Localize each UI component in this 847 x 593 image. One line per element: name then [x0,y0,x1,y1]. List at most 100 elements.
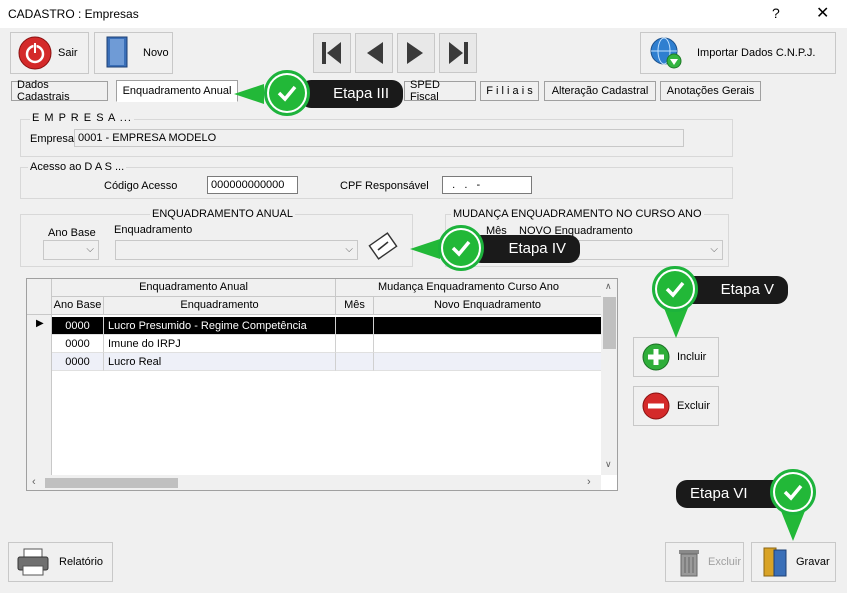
sair-button[interactable]: Sair [10,32,89,74]
horizontal-scroll-thumb[interactable] [45,478,178,488]
callout-pointer-vi [781,511,805,541]
grid-col-novo-enquadramento[interactable]: Novo Enquadramento [374,297,602,315]
edit-pencil-icon[interactable] [366,228,402,264]
minus-icon [642,392,670,420]
grid-col-mes[interactable]: Mês [336,297,374,315]
importar-cnpj-button[interactable]: Importar Dados C.N.P.J. [640,32,836,74]
check-icon [652,266,698,312]
cell-mes[interactable] [336,353,374,371]
grid-corner [27,279,52,315]
incluir-label: Incluir [677,351,707,363]
gravar-button[interactable]: Gravar [751,542,836,582]
title-bar: CADASTRO : Empresas ? ✕ [0,0,847,28]
das-legend: Acesso ao D A S ... [28,161,127,173]
relatorio-label: Relatório [59,556,104,568]
cell-enquadramento[interactable]: Lucro Presumido - Regime Competência [104,317,336,335]
cell-mes[interactable] [336,317,374,335]
cell-mes[interactable] [336,335,374,353]
help-button[interactable]: ? [772,5,780,21]
scroll-left-icon[interactable]: ‹ [32,476,36,488]
cell-novo-enquadramento[interactable] [374,317,602,335]
last-icon [449,42,468,64]
scroll-up-icon[interactable]: ∧ [605,281,612,292]
first-record-button[interactable] [313,33,351,73]
previous-icon [367,42,383,64]
tab-filiais[interactable]: F i l i a i s [480,81,539,101]
row-indicator-column: ▶ [27,315,52,475]
enquadramento-label: Enquadramento [114,224,193,236]
vertical-scrollbar[interactable]: ∧ ∨ [601,279,617,475]
ano-base-select[interactable]: ⌵ [43,240,99,260]
empresa-field: 0001 - EMPRESA MODELO [74,129,684,147]
vertical-scroll-thumb[interactable] [603,297,616,349]
current-row-icon: ▶ [36,318,44,329]
empresa-legend: E M P R E S A ... [30,112,134,124]
window-title: CADASTRO : Empresas [8,7,139,21]
scroll-down-icon[interactable]: ∨ [605,459,612,470]
horizontal-scrollbar[interactable]: ‹ › [27,475,601,490]
last-record-button[interactable] [439,33,477,73]
sair-label: Sair [58,47,78,59]
callout-etapa-iii: Etapa III [300,80,403,108]
printer-icon [17,548,49,576]
ano-base-label: Ano Base [48,227,96,239]
grid-group-header-mudanca: Mudança Enquadramento Curso Ano [336,279,602,297]
callout-etapa-iv-text: Etapa IV [508,240,566,257]
grid-col-ano-base[interactable]: Ano Base [52,297,104,315]
cell-enquadramento[interactable]: Imune do IRPJ [104,335,336,353]
plus-icon [642,343,670,371]
check-icon [264,70,310,116]
codigo-acesso-input[interactable]: 000000000000 [207,176,298,194]
enquadramento-select[interactable]: ⌵ [115,240,358,260]
callout-pointer-iv [410,239,440,259]
cell-ano-base[interactable]: 0000 [52,353,104,371]
cell-novo-enquadramento[interactable] [374,335,602,353]
close-button[interactable]: ✕ [816,3,829,23]
tab-dados-cadastrais[interactable]: Dados Cadastrais [11,79,108,103]
save-binder-icon [763,547,787,577]
power-icon [18,36,52,70]
callout-etapa-v-text: Etapa V [720,281,774,298]
importar-label: Importar Dados C.N.P.J. [697,47,816,59]
first-icon [322,42,341,64]
gravar-label: Gravar [796,556,830,568]
chevron-down-icon: ⌵ [86,244,94,255]
callout-etapa-vi-text: Etapa VI [690,485,748,502]
codigo-acesso-label: Código Acesso [104,180,178,192]
next-record-button[interactable] [397,33,435,73]
cell-ano-base[interactable]: 0000 [52,335,104,353]
grid-group-header-anual: Enquadramento Anual [52,279,336,297]
check-icon [770,469,816,515]
globe-download-icon [650,37,682,69]
check-icon [438,225,484,271]
enquadramento-grid[interactable]: Enquadramento Anual Mudança Enquadrament… [26,278,618,491]
novo-button[interactable]: Novo [94,32,173,74]
callout-etapa-iii-text: Etapa III [333,85,389,102]
cell-enquadramento[interactable]: Lucro Real [104,353,336,371]
cell-ano-base[interactable]: 0000 [52,317,104,335]
novo-label: Novo [143,47,169,59]
cpf-responsavel-input[interactable]: . . - [442,176,532,194]
excluir-button[interactable]: Excluir [665,542,744,582]
new-document-icon [106,36,128,68]
tab-sped-fiscal[interactable]: SPED Fiscal [404,79,476,103]
incluir-button[interactable]: Incluir [633,337,719,377]
mudanca-legend: MUDANÇA ENQUADRAMENTO NO CURSO ANO [451,208,704,220]
relatorio-button[interactable]: Relatório [8,542,113,582]
trash-icon [679,550,699,577]
excluir-row-label: Excluir [677,400,711,412]
chevron-down-icon: ⌵ [345,244,353,255]
tab-anotacoes-gerais[interactable]: Anotações Gerais [660,81,761,101]
tab-alteracao-cadastral[interactable]: Alteração Cadastral [544,81,656,101]
grid-col-enquadramento[interactable]: Enquadramento [104,297,336,315]
next-icon [407,42,423,64]
chevron-down-icon: ⌵ [710,244,718,255]
tab-enquadramento-anual[interactable]: Enquadramento Anual [116,80,238,102]
cpf-responsavel-label: CPF Responsável [340,180,429,192]
excluir-row-button[interactable]: Excluir [633,386,719,426]
callout-pointer-v [664,308,688,338]
scroll-right-icon[interactable]: › [587,476,591,488]
cell-novo-enquadramento[interactable] [374,353,602,371]
callout-pointer-iii [234,84,264,104]
previous-record-button[interactable] [355,33,393,73]
